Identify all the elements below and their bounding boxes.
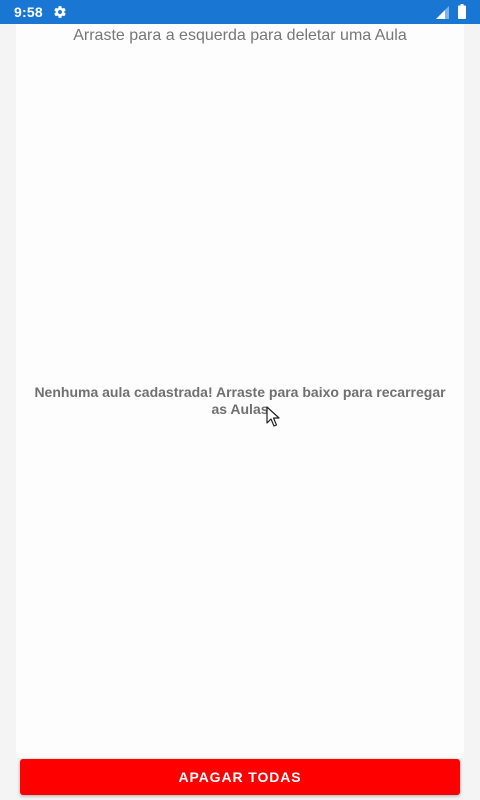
empty-list-message: Nenhuma aula cadastrada! Arraste para ba… [34, 384, 446, 417]
gear-icon [54, 6, 66, 18]
status-bar: 9:58 [0, 0, 480, 24]
status-time: 9:58 [14, 4, 43, 20]
signal-icon [436, 6, 449, 19]
delete-all-button[interactable]: APAGAR TODAS [20, 759, 460, 795]
battery-icon [458, 4, 466, 19]
lessons-list[interactable]: Arraste para a esquerda para deletar uma… [16, 24, 464, 758]
mouse-pointer-icon [266, 406, 280, 427]
swipe-hint: Arraste para a esquerda para deletar uma… [73, 27, 407, 44]
